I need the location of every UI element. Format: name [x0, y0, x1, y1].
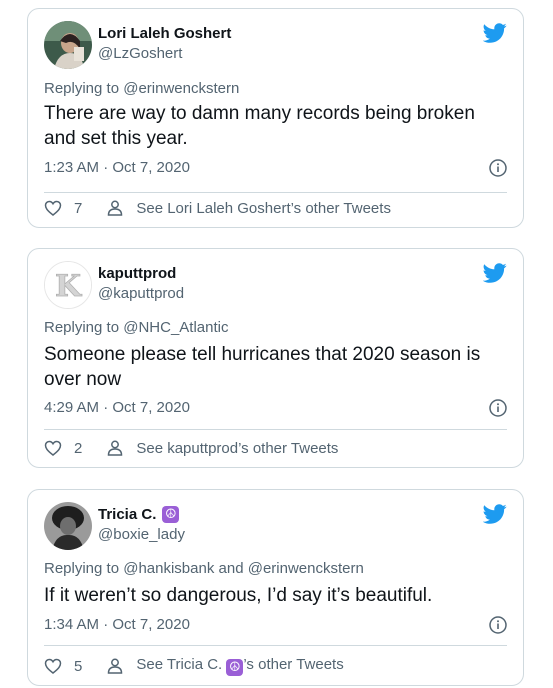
like-count[interactable]: 5: [74, 658, 82, 675]
info-icon[interactable]: [489, 399, 507, 417]
author-name[interactable]: kaputtprod: [98, 265, 176, 282]
avatar[interactable]: [44, 502, 92, 550]
see-other-tweets-prefix[interactable]: See Tricia C.: [136, 656, 226, 673]
tweet-timestamp[interactable]: 1:23 AM · Oct 7, 2020: [44, 159, 190, 176]
person-icon[interactable]: [106, 199, 124, 217]
replying-to-link[interactable]: @hankisbank: [123, 560, 214, 577]
replying-label: Replying to: [44, 80, 124, 97]
tweet-actions: 5 See Tricia C. ☮’s other Tweets: [44, 656, 344, 676]
twitter-bird-icon[interactable]: [483, 21, 507, 45]
tweet-text: There are way to damn many records being…: [44, 103, 475, 149]
avatar-logo: K: [45, 262, 91, 308]
heart-icon[interactable]: [44, 657, 62, 675]
replying-to: Replying to @NHC_Atlantic: [44, 319, 228, 336]
twitter-bird-icon[interactable]: [483, 261, 507, 285]
tweet-card[interactable]: K kaputtprod @kaputtprod Replying to @NH…: [27, 248, 524, 468]
tweet-text: Someone please tell hurricanes that 2020…: [44, 344, 481, 390]
tweet-actions: 7 See Lori Laleh Goshert’s other Tweets: [44, 199, 391, 217]
tweet-text: If it weren’t so dangerous, I’d say it’s…: [44, 585, 433, 606]
tweet-timestamp[interactable]: 4:29 AM · Oct 7, 2020: [44, 399, 190, 416]
see-other-tweets-link[interactable]: See kaputtprod’s other Tweets: [136, 440, 338, 457]
twitter-bird-icon[interactable]: [483, 502, 507, 526]
replying-label: Replying to: [44, 319, 124, 336]
replying-to: Replying to @hankisbank and @erinwenckst…: [44, 560, 364, 577]
see-other-tweets-link[interactable]: See Tricia C. ☮’s other Tweets: [136, 656, 344, 676]
author-handle[interactable]: @kaputtprod: [98, 285, 184, 302]
tweet-actions: 2 See kaputtprod’s other Tweets: [44, 439, 338, 457]
avatar-photo: [44, 502, 92, 550]
avatar-letter: K: [55, 269, 82, 304]
replying-label: Replying to: [44, 560, 124, 577]
see-other-tweets-link[interactable]: See Lori Laleh Goshert’s other Tweets: [136, 200, 391, 217]
replying-to-link[interactable]: @erinwenckstern: [123, 80, 239, 97]
author-name-text[interactable]: kaputtprod: [98, 265, 176, 282]
like-count[interactable]: 2: [74, 440, 82, 457]
replying-to-link[interactable]: @erinwenckstern: [248, 560, 364, 577]
avatar[interactable]: [44, 21, 92, 69]
author-handle[interactable]: @LzGoshert: [98, 45, 182, 62]
author-name[interactable]: Lori Laleh Goshert: [98, 25, 231, 42]
divider: [44, 645, 507, 646]
author-name-text[interactable]: Lori Laleh Goshert: [98, 25, 231, 42]
divider: [44, 429, 507, 430]
replying-and: and: [214, 560, 248, 577]
info-icon[interactable]: [489, 159, 507, 177]
replying-to: Replying to @erinwenckstern: [44, 80, 239, 97]
avatar-photo: [44, 21, 92, 69]
divider: [44, 192, 507, 193]
replying-to-link[interactable]: @NHC_Atlantic: [123, 319, 228, 336]
peace-symbol-icon: ☮: [226, 659, 244, 676]
peace-symbol-icon: ☮: [162, 506, 180, 523]
see-other-tweets-suffix[interactable]: ’s other Tweets: [243, 656, 343, 673]
author-name-text[interactable]: Tricia C.: [98, 506, 156, 523]
person-icon[interactable]: [106, 439, 124, 457]
avatar[interactable]: K: [44, 261, 92, 309]
heart-icon[interactable]: [44, 199, 62, 217]
tweet-timestamp[interactable]: 1:34 AM · Oct 7, 2020: [44, 616, 190, 633]
heart-icon[interactable]: [44, 439, 62, 457]
tweet-card[interactable]: Lori Laleh Goshert @LzGoshert Replying t…: [27, 8, 524, 228]
info-icon[interactable]: [489, 616, 507, 634]
person-icon[interactable]: [106, 657, 124, 675]
tweet-card[interactable]: Tricia C. ☮ @boxie_lady Replying to @han…: [27, 489, 524, 686]
like-count[interactable]: 7: [74, 200, 82, 217]
author-name[interactable]: Tricia C. ☮: [98, 506, 180, 523]
author-handle[interactable]: @boxie_lady: [98, 526, 185, 543]
